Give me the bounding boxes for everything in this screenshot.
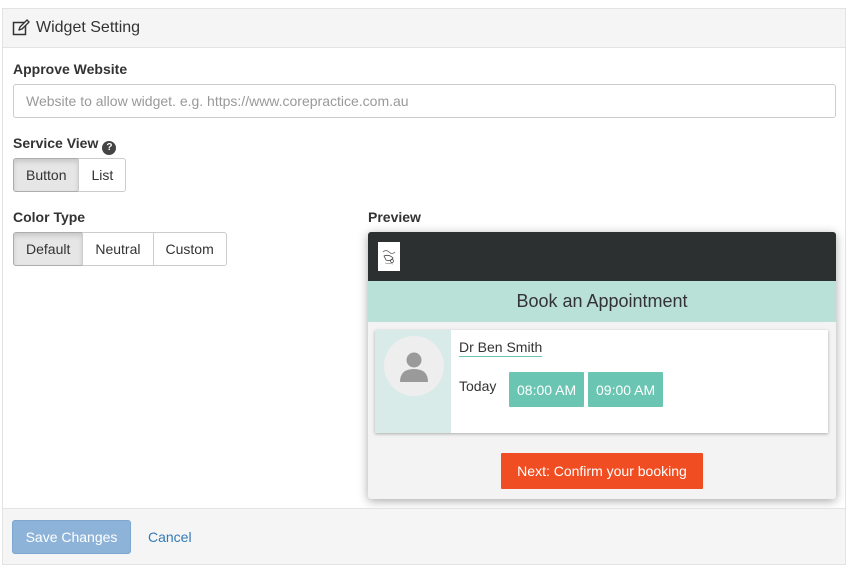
save-changes-button[interactable]: Save Changes — [12, 520, 131, 554]
widget-header — [368, 232, 836, 281]
time-slot-button[interactable]: 08:00 AM — [509, 372, 585, 407]
question-circle-icon[interactable]: ? — [102, 140, 117, 155]
provider-card: Dr Ben Smith Today 08:00 AM 09:00 AM — [375, 330, 828, 433]
time-slot-button[interactable]: 09:00 AM — [588, 372, 664, 407]
service-view-label-row: Service View? — [13, 135, 117, 155]
widget-title: Book an Appointment — [368, 281, 836, 322]
service-view-list-option[interactable]: List — [78, 158, 127, 192]
user-icon — [400, 352, 428, 382]
panel-heading: Widget Setting — [3, 9, 845, 48]
confirm-booking-button[interactable]: Next: Confirm your booking — [501, 453, 703, 489]
panel-title: Widget Setting — [36, 19, 141, 36]
avatar-column — [375, 330, 451, 433]
service-view-button-option[interactable]: Button — [13, 158, 80, 192]
widget-setting-panel: Widget Setting Approve Website Service V… — [2, 8, 846, 565]
day-label: Today — [459, 378, 497, 394]
practice-logo — [378, 242, 400, 271]
provider-info: Dr Ben Smith Today 08:00 AM 09:00 AM — [451, 330, 828, 433]
approve-website-label: Approve Website — [13, 61, 128, 77]
avatar — [384, 336, 444, 396]
color-type-label: Color Type — [13, 209, 86, 225]
booking-widget-preview: Book an Appointment Dr Ben Smith Today 0… — [368, 232, 836, 499]
color-type-custom-option[interactable]: Custom — [152, 232, 227, 266]
edit-icon — [12, 19, 30, 37]
color-type-default-option[interactable]: Default — [13, 232, 84, 266]
provider-name-link[interactable]: Dr Ben Smith — [459, 339, 543, 357]
color-type-toggle: Default Neutral Custom — [13, 232, 227, 266]
preview-label: Preview — [368, 209, 421, 225]
color-type-neutral-option[interactable]: Neutral — [82, 232, 154, 266]
service-view-toggle: Button List — [13, 158, 127, 192]
approve-website-input[interactable] — [13, 84, 836, 118]
service-view-label: Service View — [13, 135, 99, 151]
panel-footer: Save Changes Cancel — [3, 508, 845, 564]
cancel-link[interactable]: Cancel — [148, 529, 192, 545]
